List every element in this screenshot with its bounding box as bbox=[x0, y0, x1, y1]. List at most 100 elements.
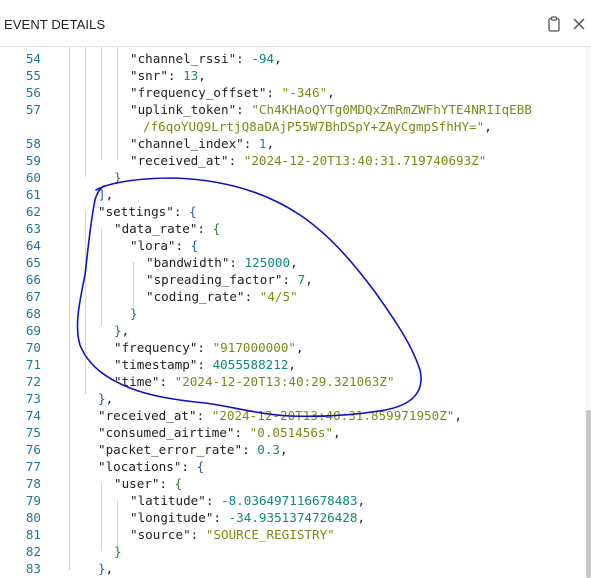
json-string: "917000000" bbox=[212, 340, 296, 355]
code-text: "source": "SOURCE_REGISTRY" bbox=[130, 526, 335, 543]
code-text: ], bbox=[98, 186, 113, 203]
code-line: 81 "source": "SOURCE_REGISTRY" bbox=[0, 526, 591, 543]
json-bracket: } bbox=[114, 544, 122, 559]
json-key: "snr" bbox=[130, 68, 168, 83]
code-text: "channel_index": 1, bbox=[130, 135, 274, 152]
code-line: 58 "channel_index": 1, bbox=[0, 135, 591, 152]
code-line: 61], bbox=[0, 186, 591, 203]
json-punct: , bbox=[105, 187, 114, 202]
code-line: 55 "snr": 13, bbox=[0, 67, 591, 84]
code-text: "received_at": "2024-12-20T13:40:31.8599… bbox=[98, 407, 462, 424]
line-number: 60 bbox=[25, 170, 41, 185]
json-key: "settings" bbox=[98, 204, 174, 219]
code-line: 82} bbox=[0, 543, 591, 560]
json-key: "data_rate" bbox=[114, 221, 198, 236]
code-text: }, bbox=[114, 322, 129, 339]
json-bracket: { bbox=[190, 238, 199, 253]
json-key: "time" bbox=[114, 374, 160, 389]
line-number: 63 bbox=[25, 221, 41, 236]
json-key: "uplink_token" bbox=[130, 102, 237, 117]
code-line: 64 "lora": { bbox=[0, 237, 591, 254]
code-line: /f6qoYUQ9LrtjQ8aDAjP55W7BhDSpY+ZAyCgmpSf… bbox=[0, 118, 591, 135]
json-punct: : bbox=[282, 272, 298, 287]
json-punct: : bbox=[197, 221, 213, 236]
json-number: 125000 bbox=[244, 255, 291, 270]
json-key: "frequency" bbox=[114, 340, 198, 355]
line-number: 66 bbox=[25, 272, 41, 287]
code-text: "frequency": "917000000", bbox=[114, 339, 304, 356]
code-line: 80 "longitude": -34.9351374726428, bbox=[0, 509, 591, 526]
json-punct: : bbox=[197, 357, 213, 372]
json-punct: : bbox=[190, 527, 206, 542]
line-number: 83 bbox=[25, 561, 41, 576]
line-number: 69 bbox=[25, 323, 41, 338]
code-line: 76 "packet_error_rate": 0.3, bbox=[0, 441, 591, 458]
line-number: 72 bbox=[25, 374, 41, 389]
json-punct: : bbox=[234, 425, 250, 440]
json-bracket: } bbox=[98, 561, 106, 576]
code-text: "frequency_offset": "-346", bbox=[130, 84, 335, 101]
code-text: "lora": { bbox=[130, 237, 198, 254]
code-text: "settings": { bbox=[98, 203, 197, 220]
code-text: }, bbox=[98, 560, 113, 577]
scrollbar-thumb[interactable] bbox=[586, 410, 591, 578]
code-line: 69}, bbox=[0, 322, 591, 339]
json-code-viewer[interactable]: 54 "channel_rssi": -94, 55 "snr": 13, 56 "fre… bbox=[0, 47, 591, 578]
json-string: "2024-12-20T13:40:29.321063Z" bbox=[174, 374, 395, 389]
json-punct: : bbox=[196, 408, 212, 423]
line-number: 62 bbox=[25, 204, 41, 219]
code-line: 77 "locations": { bbox=[0, 458, 591, 475]
line-number: 70 bbox=[25, 340, 41, 355]
json-punct: : bbox=[173, 204, 189, 219]
json-number: -8.036497116678483 bbox=[221, 493, 358, 508]
code-line: 60} bbox=[0, 169, 591, 186]
json-key: "lora" bbox=[130, 238, 176, 253]
json-punct: , bbox=[279, 442, 288, 457]
clipboard-icon[interactable] bbox=[545, 15, 563, 33]
json-key: "channel_rssi" bbox=[130, 51, 237, 66]
code-line: 74 "received_at": "2024-12-20T13:40:31.85… bbox=[0, 407, 591, 424]
json-key: "latitude" bbox=[130, 493, 206, 508]
line-number: 76 bbox=[25, 442, 41, 457]
json-punct: , bbox=[198, 68, 206, 83]
json-key: "longitude" bbox=[130, 510, 214, 525]
code-line: 65 "bandwidth": 125000, bbox=[0, 254, 591, 271]
code-text: "consumed_airtime": "0.051456s", bbox=[98, 424, 341, 441]
json-punct: , bbox=[305, 272, 313, 287]
line-number: 64 bbox=[25, 238, 41, 253]
close-icon[interactable] bbox=[570, 15, 588, 33]
json-key: "received_at" bbox=[130, 153, 229, 168]
json-punct: : bbox=[159, 374, 175, 389]
code-text: } bbox=[130, 305, 138, 322]
json-key: "bandwidth" bbox=[146, 255, 230, 270]
line-number: 75 bbox=[25, 425, 41, 440]
panel-title: EVENT DETAILS bbox=[4, 17, 106, 32]
json-punct: , bbox=[290, 255, 298, 270]
json-punct: : bbox=[159, 476, 175, 491]
code-text: }, bbox=[98, 390, 113, 407]
line-number: 73 bbox=[25, 391, 41, 406]
code-line: 67 "coding_rate": "4/5" bbox=[0, 288, 591, 305]
code-text: "coding_rate": "4/5" bbox=[146, 288, 298, 305]
code-text: "time": "2024-12-20T13:40:29.321063Z" bbox=[114, 373, 395, 390]
code-line: 71 "timestamp": 4055588212, bbox=[0, 356, 591, 373]
code-text: } bbox=[114, 543, 122, 560]
json-bracket: { bbox=[174, 476, 183, 491]
json-bracket: { bbox=[196, 459, 205, 474]
code-line: 63 "data_rate": { bbox=[0, 220, 591, 237]
json-key: "frequency_offset" bbox=[130, 85, 267, 100]
code-line: 73}, bbox=[0, 390, 591, 407]
code-text: "timestamp": 4055588212, bbox=[114, 356, 296, 373]
json-bracket: } bbox=[114, 170, 122, 185]
json-string: "0.051456s" bbox=[249, 425, 334, 440]
json-number: -34.9351374726428 bbox=[228, 510, 358, 525]
code-text: "user": { bbox=[114, 475, 182, 492]
json-number: 0.3 bbox=[257, 442, 280, 457]
code-text: "latitude": -8.036497116678483, bbox=[130, 492, 365, 509]
code-line: 62 "settings": { bbox=[0, 203, 591, 220]
code-line: 66 "spreading_factor": 7, bbox=[0, 271, 591, 288]
json-punct: , bbox=[295, 340, 304, 355]
json-string: /f6qoYUQ9LrtjQ8aDAjP55W7BhDSpY+ZAyCgmpSf… bbox=[143, 119, 485, 134]
json-bracket: } bbox=[98, 391, 106, 406]
line-number: 80 bbox=[25, 510, 41, 525]
